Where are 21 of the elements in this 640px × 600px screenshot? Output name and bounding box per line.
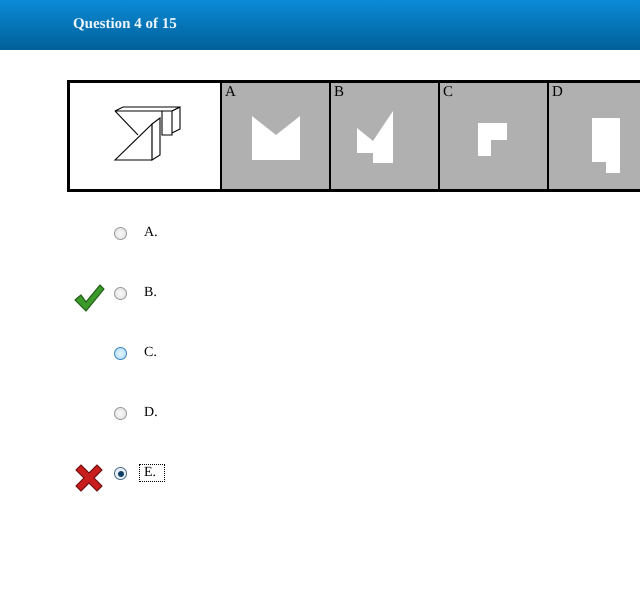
shape-drawing <box>252 116 300 160</box>
shape-drawing <box>478 123 507 156</box>
cross-icon <box>73 462 105 494</box>
shape-drawing <box>357 111 393 163</box>
radio-button[interactable] <box>114 467 127 480</box>
shape-drawing <box>592 118 620 173</box>
option-label[interactable]: B. <box>139 284 166 302</box>
choice-letter: C <box>443 83 454 101</box>
choice-letter: D <box>552 83 563 101</box>
option-label[interactable]: D. <box>139 404 167 422</box>
radio-button[interactable] <box>114 407 127 420</box>
question-counter: Question 4 of 15 <box>73 16 177 32</box>
choice-letter: B <box>334 83 344 101</box>
option-label[interactable]: E. <box>139 464 166 482</box>
choice-letter: A <box>225 83 236 101</box>
option-label[interactable]: A. <box>139 224 167 242</box>
radio-button[interactable] <box>114 287 127 300</box>
check-icon <box>73 283 105 313</box>
option-label[interactable]: C. <box>139 344 166 362</box>
radio-button[interactable] <box>114 347 127 360</box>
radio-button[interactable] <box>114 227 127 240</box>
